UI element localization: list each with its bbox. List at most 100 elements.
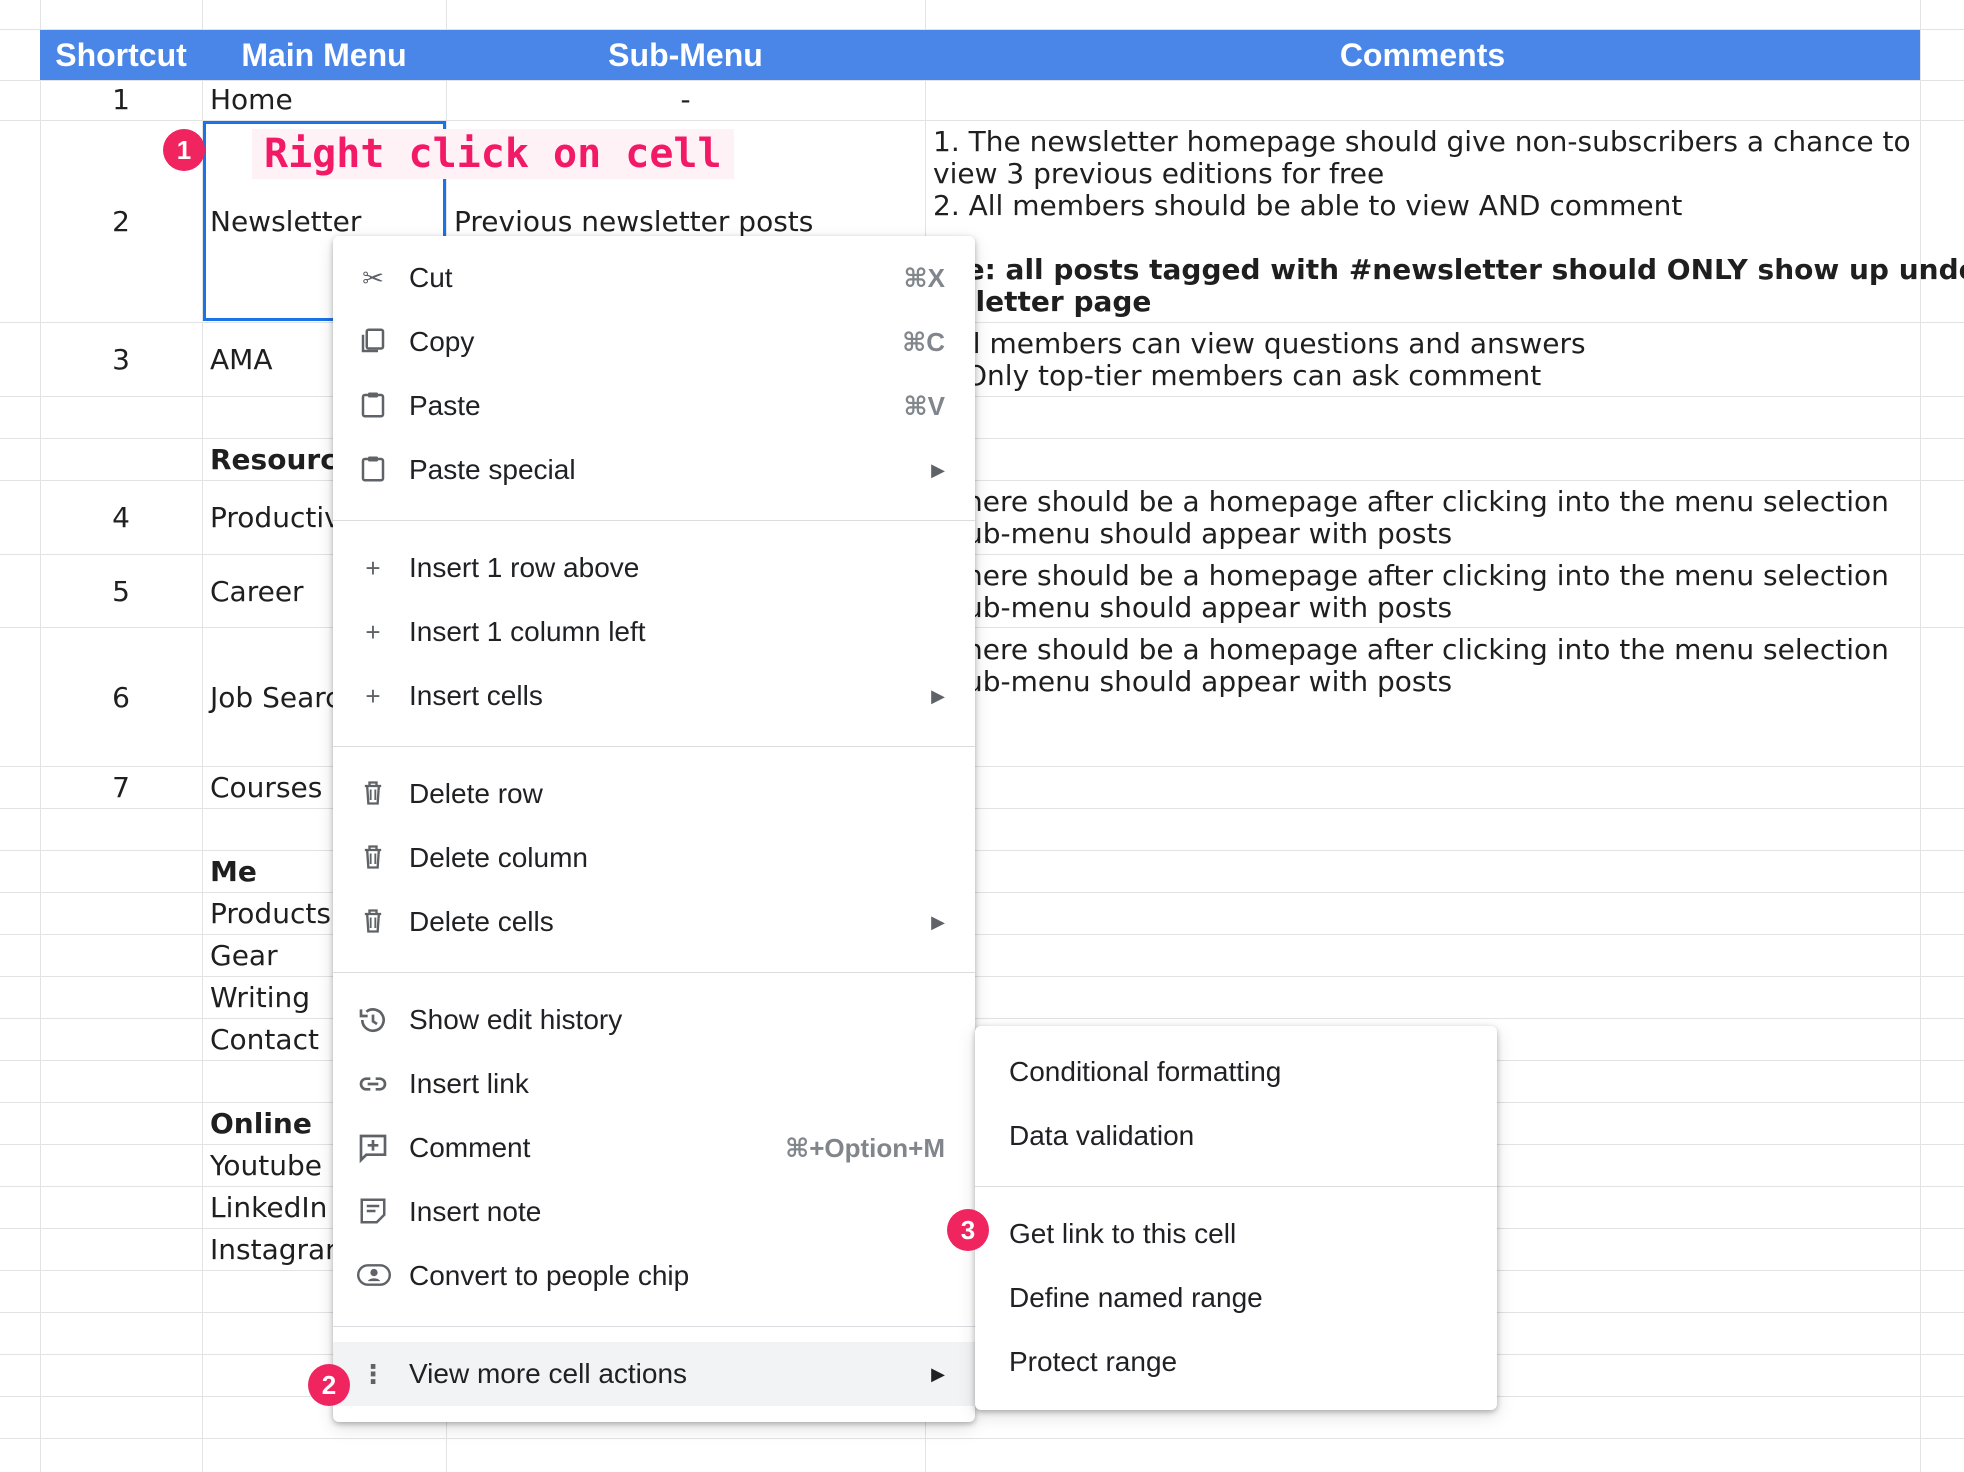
- grid-line: [0, 1438, 1964, 1439]
- grid-line: [0, 80, 1964, 81]
- comment-line[interactable]: ub-menu should appear with posts: [965, 592, 1452, 624]
- section-heading[interactable]: Me: [210, 856, 257, 888]
- submenu-item-protect-range[interactable]: Protect range: [975, 1330, 1497, 1394]
- grid-line: [0, 1018, 1964, 1019]
- link-icon: [357, 1068, 389, 1100]
- clipboard-icon: [357, 454, 389, 486]
- main-menu-cell[interactable]: Instagran: [210, 1234, 343, 1266]
- comment-line[interactable]: 2. All members should be able to view AN…: [933, 190, 1682, 222]
- menu-item-cut[interactable]: ✂ Cut ⌘X: [333, 246, 975, 310]
- menu-item-delete-cells[interactable]: Delete cells ▶: [333, 890, 975, 954]
- main-menu-cell[interactable]: Contact: [210, 1024, 319, 1056]
- main-menu-cell[interactable]: Writing: [210, 982, 310, 1014]
- grid-line: [0, 322, 1964, 323]
- sub-menu-cell[interactable]: Previous newsletter posts: [454, 206, 813, 238]
- main-menu-cell[interactable]: Home: [210, 84, 293, 116]
- main-menu-cell[interactable]: Career: [210, 576, 304, 608]
- submenu-item-conditional-formatting[interactable]: Conditional formatting: [975, 1040, 1497, 1104]
- shortcut-cell[interactable]: 3: [40, 344, 202, 376]
- menu-item-paste-special[interactable]: Paste special ▶: [333, 438, 975, 502]
- context-menu: ✂ Cut ⌘X Copy ⌘C Paste ⌘V Paste special …: [333, 236, 975, 1422]
- comment-line[interactable]: ll members can view questions and answer…: [965, 328, 1586, 360]
- clipboard-icon: [357, 390, 389, 422]
- step-badge: 2: [308, 1364, 350, 1406]
- submenu-arrow-icon: ▶: [931, 686, 945, 706]
- section-heading[interactable]: Online: [210, 1108, 312, 1140]
- comment-line[interactable]: ub-menu should appear with posts: [965, 518, 1452, 550]
- menu-item-insert-cells[interactable]: + Insert cells ▶: [333, 664, 975, 728]
- main-menu-cell[interactable]: Gear: [210, 940, 278, 972]
- menu-item-more-cell-actions[interactable]: ⋮ View more cell actions ▶: [333, 1342, 975, 1406]
- header-comments[interactable]: Comments: [925, 30, 1920, 80]
- vertical-dots-icon: ⋮: [360, 1359, 386, 1389]
- shortcut-cell[interactable]: 5: [40, 576, 202, 608]
- comment-line[interactable]: view 3 previous editions for free: [933, 158, 1384, 190]
- copy-icon: [357, 326, 389, 358]
- plus-icon: +: [365, 617, 381, 647]
- comment-line[interactable]: ub-menu should appear with posts: [965, 666, 1452, 698]
- main-menu-cell[interactable]: Products: [210, 898, 331, 930]
- submenu-item-get-link[interactable]: Get link to this cell: [975, 1202, 1497, 1266]
- menu-item-people-chip[interactable]: Convert to people chip: [333, 1244, 975, 1308]
- menu-item-insert-note[interactable]: Insert note: [333, 1180, 975, 1244]
- menu-item-insert-column[interactable]: + Insert 1 column left: [333, 600, 975, 664]
- shortcut-cell[interactable]: 7: [40, 772, 202, 804]
- sub-menu-cell[interactable]: -: [446, 84, 925, 116]
- menu-item-edit-history[interactable]: Show edit history: [333, 988, 975, 1052]
- menu-divider: [975, 1186, 1497, 1187]
- trash-icon: [357, 906, 389, 938]
- plus-icon: +: [365, 681, 381, 711]
- main-menu-cell[interactable]: LinkedIn: [210, 1192, 327, 1224]
- comment-line[interactable]: here should be a homepage after clicking…: [965, 486, 1889, 518]
- menu-divider: [333, 746, 975, 747]
- menu-item-delete-row[interactable]: Delete row: [333, 762, 975, 826]
- grid-line: [0, 554, 1964, 555]
- submenu-item-define-named-range[interactable]: Define named range: [975, 1266, 1497, 1330]
- plus-icon: +: [365, 553, 381, 583]
- person-chip-icon: [357, 1260, 391, 1292]
- step-badge: 1: [163, 129, 205, 171]
- main-menu-cell[interactable]: Productiv: [210, 502, 341, 534]
- scissors-icon: ✂: [362, 263, 384, 293]
- comment-line[interactable]: Only top-tier members can ask comment: [965, 360, 1541, 392]
- grid-line: [0, 627, 1964, 628]
- header-sub-menu[interactable]: Sub-Menu: [446, 30, 925, 80]
- menu-divider: [333, 1326, 975, 1327]
- menu-item-insert-row[interactable]: + Insert 1 row above: [333, 536, 975, 600]
- grid-line: [0, 808, 1964, 809]
- trash-icon: [357, 778, 389, 810]
- comment-line[interactable]: here should be a homepage after clicking…: [965, 560, 1889, 592]
- grid-line: [0, 850, 1964, 851]
- shortcut-cell[interactable]: 1: [40, 84, 202, 116]
- comment-line[interactable]: 1. The newsletter homepage should give n…: [933, 126, 1911, 158]
- main-menu-cell[interactable]: Youtube: [210, 1150, 322, 1182]
- shortcut-cell[interactable]: 2: [40, 206, 202, 238]
- menu-item-delete-column[interactable]: Delete column: [333, 826, 975, 890]
- comment-plus-icon: [357, 1132, 389, 1164]
- grid-line: [0, 766, 1964, 767]
- submenu-item-data-validation[interactable]: Data validation: [975, 1104, 1497, 1168]
- grid-line: [0, 438, 1964, 439]
- grid-line: [0, 892, 1964, 893]
- main-menu-cell[interactable]: Courses: [210, 772, 322, 804]
- main-menu-cell[interactable]: Job Searc: [210, 682, 341, 714]
- menu-item-copy[interactable]: Copy ⌘C: [333, 310, 975, 374]
- comment-note-line[interactable]: ote: all posts tagged with #newsletter s…: [933, 254, 1964, 286]
- menu-item-insert-link[interactable]: Insert link: [333, 1052, 975, 1116]
- menu-item-paste[interactable]: Paste ⌘V: [333, 374, 975, 438]
- header-row: Shortcut Main Menu Sub-Menu Comments: [40, 30, 1920, 80]
- menu-item-comment[interactable]: Comment ⌘+Option+M: [333, 1116, 975, 1180]
- main-menu-cell[interactable]: AMA: [210, 344, 272, 376]
- comment-line[interactable]: here should be a homepage after clicking…: [965, 634, 1889, 666]
- header-main-menu[interactable]: Main Menu: [202, 30, 446, 80]
- instruction-callout: Right click on cell: [252, 129, 734, 179]
- shortcut-cell[interactable]: 4: [40, 502, 202, 534]
- shortcut-cell[interactable]: 6: [40, 682, 202, 714]
- submenu-arrow-icon: ▶: [931, 1364, 945, 1384]
- submenu-arrow-icon: ▶: [931, 912, 945, 932]
- cell-actions-submenu: Conditional formatting Data validation G…: [975, 1026, 1497, 1410]
- submenu-arrow-icon: ▶: [931, 460, 945, 480]
- header-shortcut[interactable]: Shortcut: [40, 30, 202, 80]
- menu-divider: [333, 972, 975, 973]
- grid-line: [0, 976, 1964, 977]
